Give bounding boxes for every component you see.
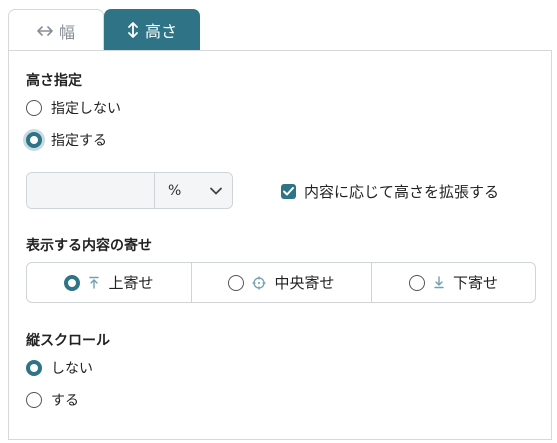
radio-button[interactable] [228,274,245,291]
radio-button[interactable] [26,132,42,148]
align-center-label: 中央寄せ [274,274,335,292]
crosshair-center-icon [252,276,266,290]
arrow-to-bottom-icon [433,276,445,289]
height-value-input[interactable] [27,173,154,208]
radio-button[interactable] [26,100,42,116]
radio-scroll-off[interactable]: しない [26,358,93,378]
radio-label: する [51,393,79,409]
checkmark-icon [283,187,294,196]
vertical-scroll-title: 縦スクロール [26,333,110,349]
height-settings-panel: 高さ指定 指定しない 指定する % 内容に応じて高さを拡張する 表示する内容の寄… [8,50,552,440]
radio-height-specified[interactable]: 指定する [26,130,107,150]
tab-height-label: 高さ [144,22,177,41]
align-bottom-label: 下寄せ [452,274,498,292]
radio-button[interactable] [64,274,81,291]
align-bottom-option[interactable]: 下寄せ [371,263,535,302]
unit-select-value: % [168,182,182,199]
chevron-down-icon [210,183,222,199]
align-top-label: 上寄せ [108,274,154,292]
radio-height-unspecified[interactable]: 指定しない [26,98,121,118]
unit-select[interactable]: % [154,173,232,208]
radio-button[interactable] [26,392,42,408]
vertical-arrows-icon [127,22,139,38]
checkbox-label: 内容に応じて高さを拡張する [304,183,500,201]
align-center-option[interactable]: 中央寄せ [191,263,371,302]
height-spec-title: 高さ指定 [26,73,82,89]
tab-bar: 幅 高さ [8,9,200,51]
expand-height-checkbox[interactable]: 内容に応じて高さを拡張する [281,181,499,202]
alignment-segmented-control: 上寄せ 中央寄せ 下寄せ [26,262,536,303]
radio-label: 指定する [51,133,107,149]
checkbox-checked[interactable] [281,184,296,199]
tab-width-label: 幅 [58,22,75,42]
tab-width[interactable]: 幅 [8,9,104,51]
radio-label: 指定しない [51,101,121,117]
alignment-title: 表示する内容の寄せ [26,238,152,254]
radio-label: しない [51,361,93,377]
radio-button[interactable] [26,360,42,376]
align-top-option[interactable]: 上寄せ [27,263,191,302]
radio-scroll-on[interactable]: する [26,390,79,410]
radio-button[interactable] [408,274,425,291]
tab-height[interactable]: 高さ [104,9,200,51]
height-size-group: % [26,172,233,209]
horizontal-arrows-icon [37,25,53,37]
arrow-to-top-icon [88,276,100,289]
